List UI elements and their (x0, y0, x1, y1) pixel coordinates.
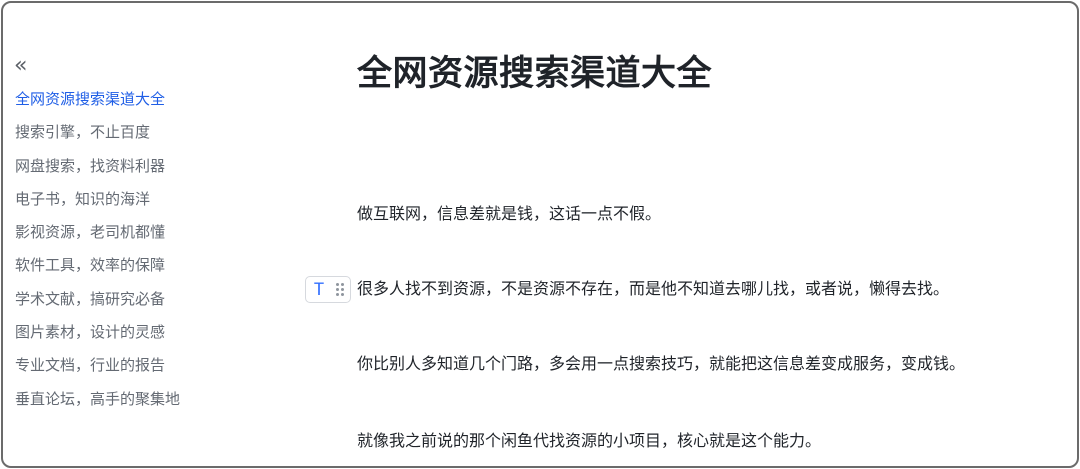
paragraph-1[interactable]: 做互联网，信息差就是钱，这话一点不假。 (357, 202, 661, 226)
drag-handle-icon[interactable] (336, 283, 344, 296)
document-title[interactable]: 全网资源搜索渠道大全 (357, 45, 712, 96)
toc-item-academic-papers[interactable]: 学术文献，搞研究必备 (15, 283, 235, 316)
block-handle[interactable]: T (305, 276, 351, 303)
paragraph-4[interactable]: 就像我之前说的那个闲鱼代找资源的小项目，核心就是这个能力。 (357, 429, 821, 453)
toc-list: 全网资源搜索渠道大全 搜索引擎，不止百度 网盘搜索，找资料利器 电子书，知识的海… (15, 83, 235, 416)
toc-item-search-engines[interactable]: 搜索引擎，不止百度 (15, 116, 235, 149)
app-window: « 全网资源搜索渠道大全 搜索引擎，不止百度 网盘搜索，找资料利器 电子书，知识… (1, 1, 1079, 468)
collapse-sidebar-icon[interactable]: « (14, 55, 235, 83)
toc-item-vertical-forums[interactable]: 垂直论坛，高手的聚集地 (15, 383, 235, 416)
toc-item-video-resources[interactable]: 影视资源，老司机都懂 (15, 216, 235, 249)
toc-item-software-tools[interactable]: 软件工具，效率的保障 (15, 249, 235, 282)
toc-item-netdisk-search[interactable]: 网盘搜索，找资料利器 (15, 150, 235, 183)
toc-item-ebooks[interactable]: 电子书，知识的海洋 (15, 183, 235, 216)
toc-item-professional-docs[interactable]: 专业文档，行业的报告 (15, 349, 235, 382)
toc-item-title[interactable]: 全网资源搜索渠道大全 (15, 83, 235, 116)
paragraph-3[interactable]: 你比别人多知道几个门路，多会用一点搜索技巧，就能把这信息差变成服务，变成钱。 (357, 352, 965, 376)
paragraph-2[interactable]: 很多人找不到资源，不是资源不存在，而是他不知道去哪儿找，或者说，懒得去找。 (357, 277, 949, 301)
text-type-icon[interactable]: T (306, 280, 332, 300)
toc-item-image-assets[interactable]: 图片素材，设计的灵感 (15, 316, 235, 349)
table-of-contents: « 全网资源搜索渠道大全 搜索引擎，不止百度 网盘搜索，找资料利器 电子书，知识… (14, 55, 235, 416)
